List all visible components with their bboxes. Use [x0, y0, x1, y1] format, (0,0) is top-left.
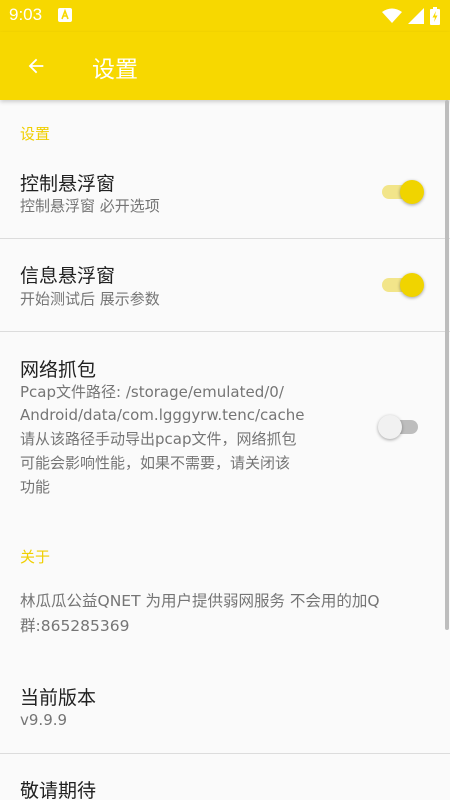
pref-summary-line: 功能: [20, 478, 51, 496]
pref-summary-line: Pcap文件路径: /storage/emulated/0/: [20, 383, 284, 401]
app-bar: 设置: [0, 32, 450, 100]
arrow-back-icon: [28, 58, 44, 74]
pref-summary-line: Android/data/com.lgggyrw.tenc/cache: [20, 406, 305, 424]
pref-summary: 控制悬浮窗 必开选项: [20, 197, 160, 215]
pref-summary-line: 可能会影响性能，如果不需要，请关闭该: [20, 454, 291, 472]
switch-thumb: [400, 180, 424, 204]
control-floating-window-switch[interactable]: [382, 180, 424, 204]
page-title: 设置: [92, 57, 138, 83]
status-time: 9:03: [9, 5, 43, 24]
pref-summary: 开始测试后 展示参数: [20, 290, 160, 308]
divider: [0, 238, 450, 239]
divider: [0, 753, 450, 754]
category-about: 关于: [20, 548, 51, 566]
about-description-line: 林瓜瓜公益QNET 为用户提供弱网服务 不会用的加Q: [20, 592, 380, 610]
back-button[interactable]: [14, 44, 58, 88]
switch-thumb: [400, 273, 424, 297]
status-icons: [382, 7, 440, 25]
notification-app-icon: [58, 8, 72, 22]
switch-thumb: [378, 415, 402, 439]
version-value: v9.9.9: [20, 711, 68, 729]
divider: [0, 331, 450, 332]
pref-title: 信息悬浮窗: [20, 265, 116, 287]
pref-title: 当前版本: [20, 687, 97, 709]
about-description-line: 群:865285369: [20, 617, 130, 635]
settings-list[interactable]: 设置 控制悬浮窗 控制悬浮窗 必开选项 信息悬浮窗 开始测试后 展示参数 网络抓…: [0, 100, 450, 800]
category-settings: 设置: [20, 125, 51, 143]
battery-charging-icon: [430, 7, 440, 25]
packet-capture-switch[interactable]: [378, 415, 418, 439]
scrollbar[interactable]: [445, 100, 449, 630]
pref-title: 敬请期待: [20, 780, 97, 800]
pref-summary-line: 请从该路径手动导出pcap文件，网络抓包: [20, 430, 297, 448]
pref-title: 控制悬浮窗: [20, 173, 116, 195]
wifi-icon: [382, 8, 402, 23]
pref-title: 网络抓包: [20, 359, 97, 381]
info-floating-window-switch[interactable]: [382, 273, 424, 297]
signal-icon: [408, 8, 424, 24]
status-bar: 9:03: [0, 0, 450, 32]
